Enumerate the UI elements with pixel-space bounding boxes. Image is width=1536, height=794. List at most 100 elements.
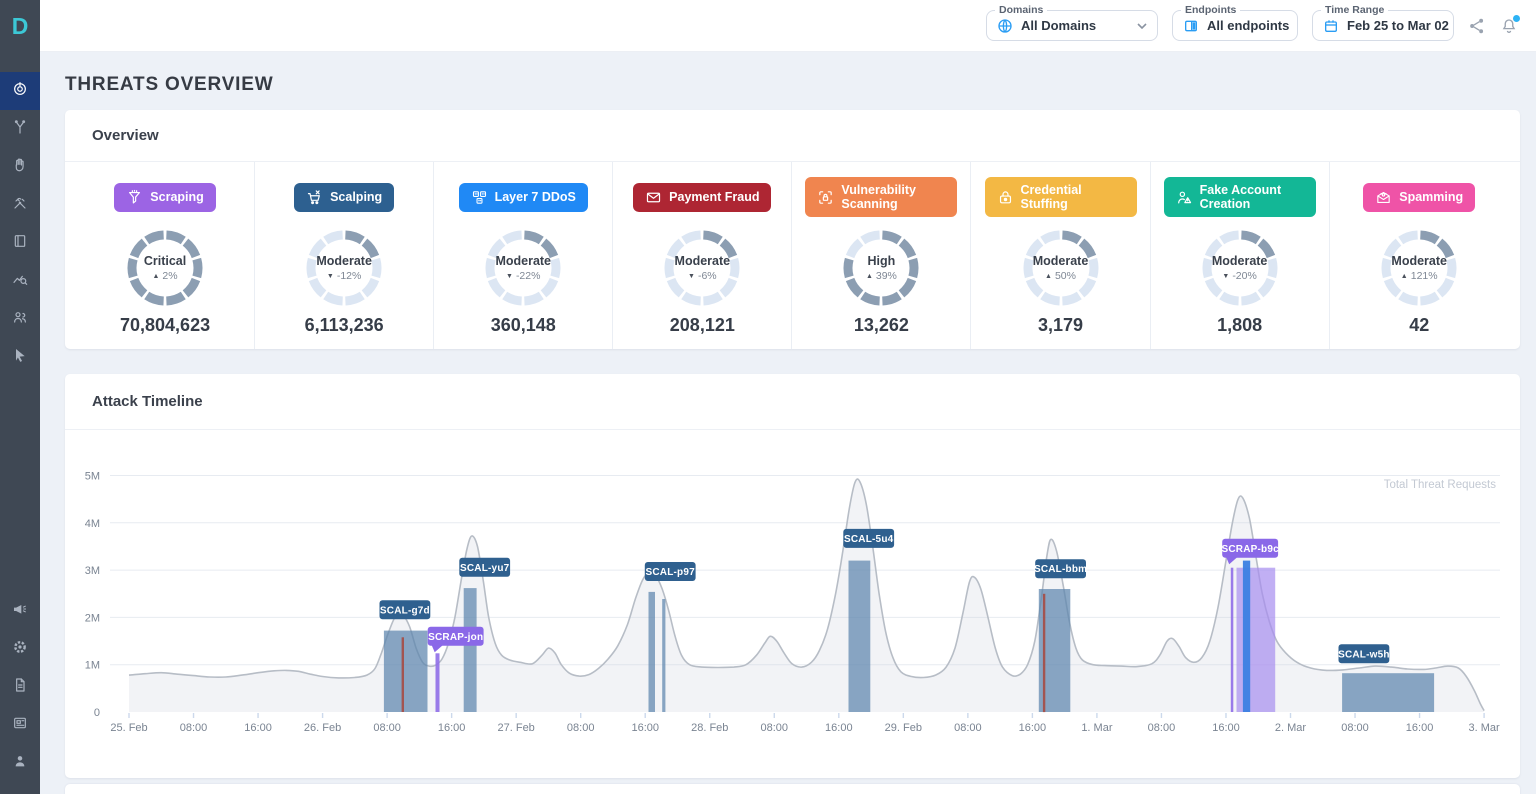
- severity-gauge: Critical ▲ 2%: [125, 228, 205, 308]
- x-axis-tick: 25. Feb: [110, 722, 147, 734]
- sidebar-item-megaphone[interactable]: [0, 592, 40, 630]
- domains-value: All Domains: [1021, 18, 1096, 33]
- main-content: THREATS OVERVIEW Overview Scraping Criti…: [40, 52, 1536, 794]
- user-alert-icon: [1176, 189, 1193, 206]
- attack-bar-SCRAP-b9c[interactable]: [1243, 561, 1250, 712]
- endpoints-select[interactable]: Endpoints All endpoints: [1172, 10, 1298, 41]
- attack-bar-SCAL-g7d[interactable]: [384, 631, 428, 712]
- topbar: Domains All Domains Endpoints All endpoi…: [40, 0, 1536, 52]
- radar-icon: [12, 81, 28, 102]
- attack-bar-SCRAP-b9c[interactable]: [1231, 568, 1234, 712]
- x-axis-tick: 16:00: [1406, 722, 1434, 734]
- x-axis-tick: 16:00: [631, 722, 659, 734]
- trend-indicator: ▼ -6%: [688, 270, 717, 282]
- trend-indicator: ▲ 2%: [152, 270, 177, 282]
- attack-bar-SCAL-yu7[interactable]: [464, 588, 477, 712]
- threat-chip-label: Vulnerability Scanning: [841, 183, 945, 211]
- threat-count: 6,113,236: [305, 315, 384, 336]
- sidebar-item-hand[interactable]: [0, 148, 40, 186]
- attack-bar-SCRAP-b9c[interactable]: [1237, 568, 1276, 712]
- x-axis-tick: 16:00: [1212, 722, 1240, 734]
- app-logo: D: [0, 0, 40, 52]
- threat-count: 208,121: [670, 315, 735, 336]
- attack-label-SCAL-yu7[interactable]: SCAL-yu7: [459, 558, 510, 577]
- sidebar-item-users[interactable]: [0, 300, 40, 338]
- threat-chip-label: Spamming: [1399, 190, 1463, 204]
- threat-column: Vulnerability Scanning High ▲ 39% 13,262: [792, 162, 971, 349]
- share-button[interactable]: [1468, 17, 1486, 35]
- threat-chip-label: Payment Fraud: [669, 190, 759, 204]
- x-axis-tick: 28. Feb: [691, 722, 728, 734]
- x-axis-tick: 08:00: [373, 722, 401, 734]
- y-axis-tick: 3M: [85, 565, 100, 577]
- sidebar-item-cursor[interactable]: [0, 338, 40, 376]
- svg-text:SCAL-w5h: SCAL-w5h: [1338, 649, 1390, 660]
- attack-bar-SCRAP-jon[interactable]: [436, 653, 440, 712]
- severity-gauge: Moderate ▼ -12%: [304, 228, 384, 308]
- calendar-icon: [1323, 18, 1339, 34]
- cart-x-icon: [306, 189, 323, 206]
- trend-indicator: ▼ -12%: [327, 270, 361, 282]
- threat-chip-vulnerability-scanning[interactable]: Vulnerability Scanning: [805, 177, 957, 217]
- sidebar-nav-top: [0, 72, 40, 376]
- trend-percent: -22%: [516, 270, 541, 282]
- attack-label-SCAL-bbm[interactable]: SCAL-bbm: [1034, 559, 1087, 578]
- threat-chip-label: Scalping: [330, 190, 382, 204]
- time-range-label: Time Range: [1321, 4, 1388, 16]
- megaphone-icon: [12, 601, 28, 622]
- x-axis-tick: 16:00: [244, 722, 272, 734]
- severity-label: Moderate: [675, 254, 731, 268]
- sidebar-item-chart-search[interactable]: [0, 262, 40, 300]
- threat-chip-scalping[interactable]: Scalping: [294, 183, 394, 212]
- y-axis-tick: 0: [94, 707, 100, 719]
- threat-chip-layer-7-ddos[interactable]: Layer 7 DDoS: [459, 183, 588, 212]
- chart-search-icon: [12, 271, 28, 292]
- attack-timeline-title: Attack Timeline: [65, 374, 1520, 430]
- trend-percent: -12%: [337, 270, 362, 282]
- threat-chip-scraping[interactable]: Scraping: [114, 183, 216, 212]
- sidebar-item-branch[interactable]: [0, 110, 40, 148]
- overview-card-title: Overview: [65, 110, 1520, 162]
- svg-text:SCRAP-b9c: SCRAP-b9c: [1222, 544, 1280, 555]
- attack-timeline-chart: 01M2M3M4M5M25. Feb08:0016:0026. Feb08:00…: [65, 430, 1520, 778]
- attack-label-SCAL-p97[interactable]: SCAL-p97: [645, 562, 696, 581]
- y-axis-tick: 4M: [85, 518, 100, 530]
- trend-indicator: ▲ 39%: [866, 270, 897, 282]
- funnel-icon: [126, 189, 143, 206]
- sidebar-item-person[interactable]: [0, 744, 40, 782]
- sidebar-item-gear[interactable]: [0, 630, 40, 668]
- y-axis-tick: 5M: [85, 471, 100, 483]
- trend-percent: -6%: [698, 270, 717, 282]
- x-axis-tick: 1. Mar: [1081, 722, 1113, 734]
- threat-chip-payment-fraud[interactable]: Payment Fraud: [633, 183, 771, 212]
- severity-gauge: Moderate ▲ 50%: [1021, 228, 1101, 308]
- attack-label-SCAL-w5h[interactable]: SCAL-w5h: [1338, 644, 1390, 663]
- sidebar-item-tools[interactable]: [0, 186, 40, 224]
- sidebar-item-book[interactable]: [0, 224, 40, 262]
- notifications-button[interactable]: [1500, 17, 1518, 35]
- x-axis-tick: 16:00: [1019, 722, 1047, 734]
- sidebar-item-news[interactable]: [0, 706, 40, 744]
- gear-icon: [12, 639, 28, 660]
- attack-bar-SCAL-w5h[interactable]: [1342, 673, 1434, 712]
- attack-marker-SCAL-g7d: [402, 637, 404, 712]
- threat-column: Layer 7 DDoS Moderate ▼ -22% 360,148: [434, 162, 613, 349]
- time-range-select[interactable]: Time Range Feb 25 to Mar 02: [1312, 10, 1454, 41]
- attack-bar-SCAL-p97[interactable]: [662, 599, 665, 712]
- threat-chip-spamming[interactable]: Spamming: [1363, 183, 1475, 212]
- sidebar-item-file[interactable]: [0, 668, 40, 706]
- domains-label: Domains: [995, 4, 1047, 16]
- threat-chip-credential-stuffing[interactable]: Credential Stuffing: [985, 177, 1137, 217]
- sidebar-nav-bottom: [0, 592, 40, 782]
- attack-bar-SCAL-5u4[interactable]: [849, 561, 871, 712]
- domains-select[interactable]: Domains All Domains: [986, 10, 1158, 41]
- trend-percent: 50%: [1055, 270, 1076, 282]
- attack-bar-SCAL-p97[interactable]: [649, 592, 656, 712]
- threat-chip-fake-account-creation[interactable]: Fake Account Creation: [1164, 177, 1316, 217]
- attack-label-SCAL-g7d[interactable]: SCAL-g7d: [380, 600, 431, 619]
- svg-text:SCAL-5u4: SCAL-5u4: [844, 534, 894, 545]
- attack-label-SCAL-5u4[interactable]: SCAL-5u4: [843, 529, 894, 548]
- severity-label: Moderate: [495, 254, 551, 268]
- sidebar-item-radar[interactable]: [0, 72, 40, 110]
- globe-icon: [997, 18, 1013, 34]
